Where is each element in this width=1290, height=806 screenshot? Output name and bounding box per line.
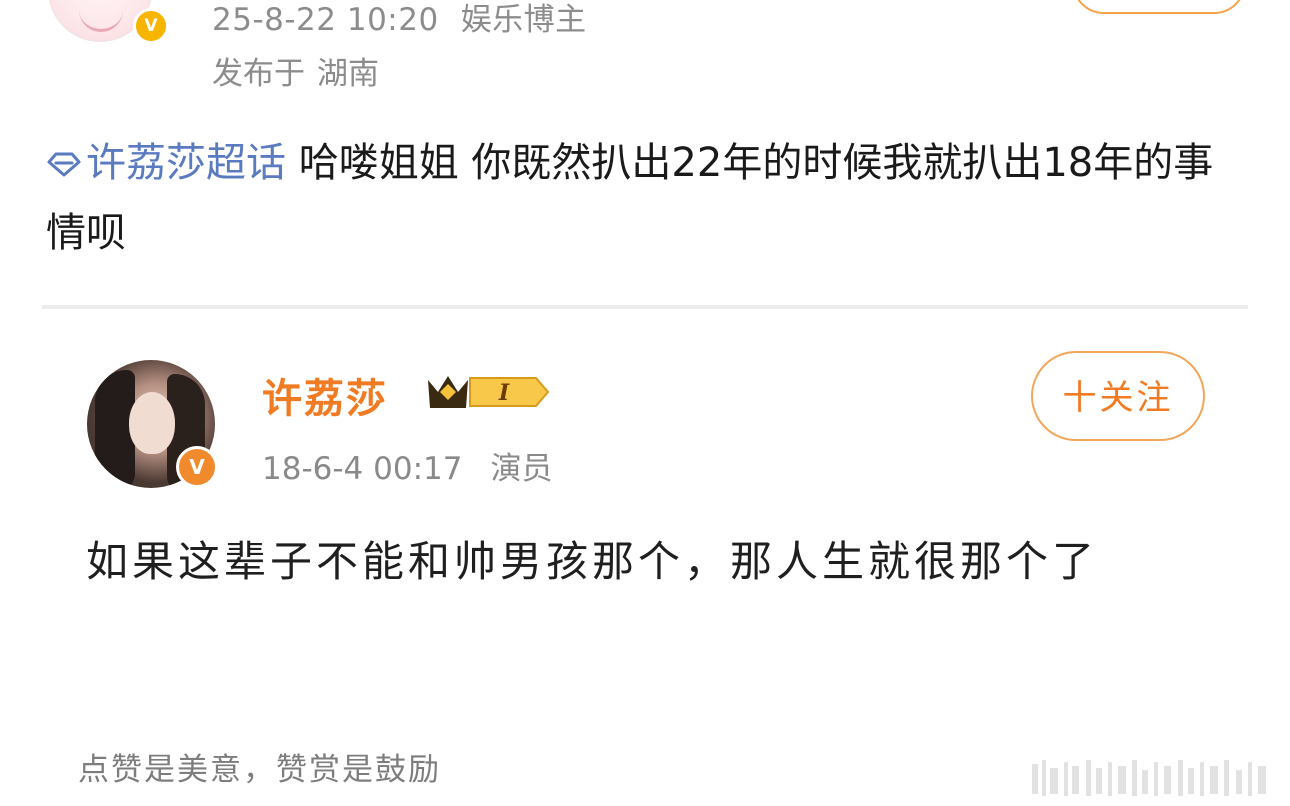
- reward-note: 点赞是美意，赞赏是鼓励: [78, 752, 441, 788]
- post-location-line: 发布于 湖南: [212, 48, 379, 93]
- level-badge-label: I: [498, 380, 510, 406]
- watermark-logo: [1032, 760, 1266, 796]
- quoted-timestamp: 18-6-4 00:17: [262, 451, 463, 487]
- poster-category: 娱乐博主: [460, 2, 587, 38]
- super-topic-label: 许荔莎超话: [86, 140, 286, 186]
- verified-badge-icon: V: [133, 8, 169, 44]
- super-topic-link[interactable]: 许荔莎超话: [46, 140, 286, 186]
- post-meta: 25-8-22 10:20 娱乐博主: [212, 0, 587, 39]
- published-label: 发布于: [212, 56, 305, 92]
- post-location: 湖南: [317, 56, 379, 92]
- quoted-username[interactable]: 许荔莎: [262, 366, 388, 424]
- post-timestamp: 25-8-22 10:20: [212, 2, 439, 38]
- divider: [42, 305, 1248, 309]
- follow-button[interactable]: 十关注: [1031, 351, 1205, 441]
- quoted-post-meta: 18-6-4 00:17 演员: [262, 443, 552, 488]
- top-follow-button[interactable]: [1072, 0, 1246, 14]
- quoted-verified-badge-icon: V: [176, 446, 218, 488]
- quoted-user-role: 演员: [490, 451, 553, 487]
- quoted-post-text: 如果这辈子不能和帅男孩那个，那人生就很那个了: [86, 537, 1099, 586]
- super-topic-diamond-icon: [47, 152, 81, 177]
- post-body: 许荔莎超话 哈喽姐姐 你既然扒出22年的时候我就扒出18年的事情呗: [46, 128, 1236, 268]
- avatar-illustration: [79, 9, 123, 32]
- crown-level-badge-icon: I: [428, 376, 550, 408]
